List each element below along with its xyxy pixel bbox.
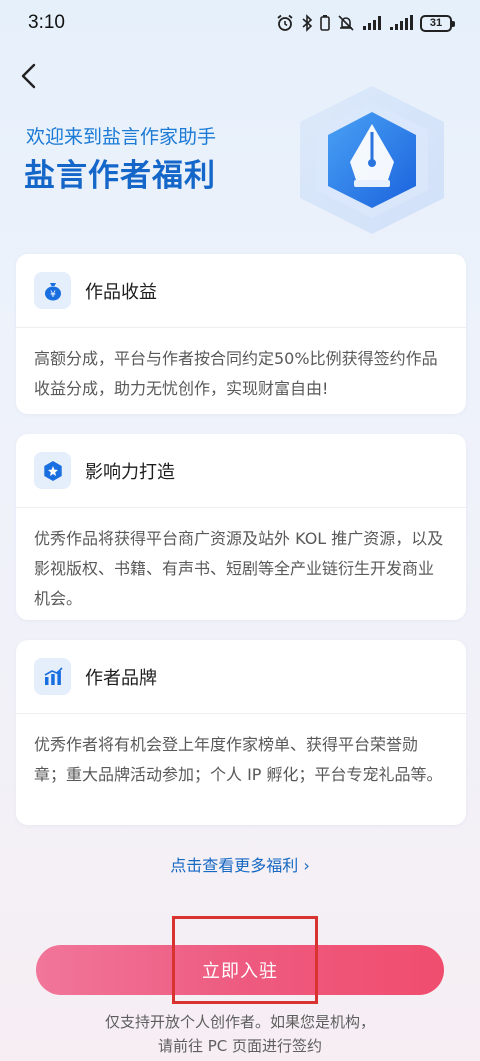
footnote: 仅支持开放个人创作者。如果您是机构， 请前往 PC 页面进行签约 (0, 1010, 480, 1058)
hero-subtitle: 欢迎来到盐言作家助手 (26, 126, 217, 148)
battery-saver-icon (320, 15, 330, 31)
mute-icon (338, 15, 354, 31)
card-title: 作者品牌 (85, 667, 157, 689)
card-description: 高额分成，平台与作者按合同约定50%比例获得签约作品收益分成，助力无忧创作，实现… (34, 349, 438, 398)
back-arrow-icon[interactable] (14, 60, 46, 92)
card-header: 作者品牌 (16, 640, 466, 714)
status-time: 3:10 (28, 12, 65, 33)
footnote-line-1: 仅支持开放个人创作者。如果您是机构， (104, 1013, 375, 1031)
more-benefits-link[interactable]: 点击查看更多福利 › (0, 852, 480, 876)
page-title: 盐言作者福利 (24, 158, 216, 194)
card-description: 优秀作者将有机会登上年度作家榜单、获得平台荣誉勋章；重大品牌活动参加；个人 IP… (34, 735, 443, 784)
status-bar: 3:10 31 (0, 0, 480, 46)
influence-star-icon (34, 452, 71, 489)
bar-chart-icon (34, 658, 71, 695)
money-bag-icon: ¥ (34, 272, 71, 309)
wifi-icon (390, 15, 413, 30)
card-title: 影响力打造 (85, 461, 175, 483)
footnote-line-2: 请前往 PC 页面进行签约 (157, 1037, 323, 1055)
card-description: 优秀作品将获得平台商广资源及站外 KOL 推广资源，以及影视版权、书籍、有声书、… (34, 529, 444, 608)
pen-nib-icon (300, 86, 444, 234)
benefit-card-brand: 作者品牌 优秀作者将有机会登上年度作家榜单、获得平台荣誉勋章；重大品牌活动参加；… (16, 640, 466, 825)
benefit-card-influence: 影响力打造 优秀作品将获得平台商广资源及站外 KOL 推广资源，以及影视版权、书… (16, 434, 466, 620)
alarm-icon (277, 14, 293, 31)
bluetooth-icon (302, 14, 313, 32)
highlight-annotation-box (172, 916, 318, 1004)
card-header: ¥ 作品收益 (16, 254, 466, 328)
svg-text:¥: ¥ (50, 290, 56, 300)
signal-icon (363, 16, 381, 30)
card-header: 影响力打造 (16, 434, 466, 508)
battery-icon: 31 (420, 14, 455, 32)
status-icons: 31 (276, 14, 455, 32)
battery-level: 31 (429, 17, 443, 29)
card-title: 作品收益 (85, 281, 157, 303)
benefit-card-earnings: ¥ 作品收益 高额分成，平台与作者按合同约定50%比例获得签约作品收益分成，助力… (16, 254, 466, 414)
